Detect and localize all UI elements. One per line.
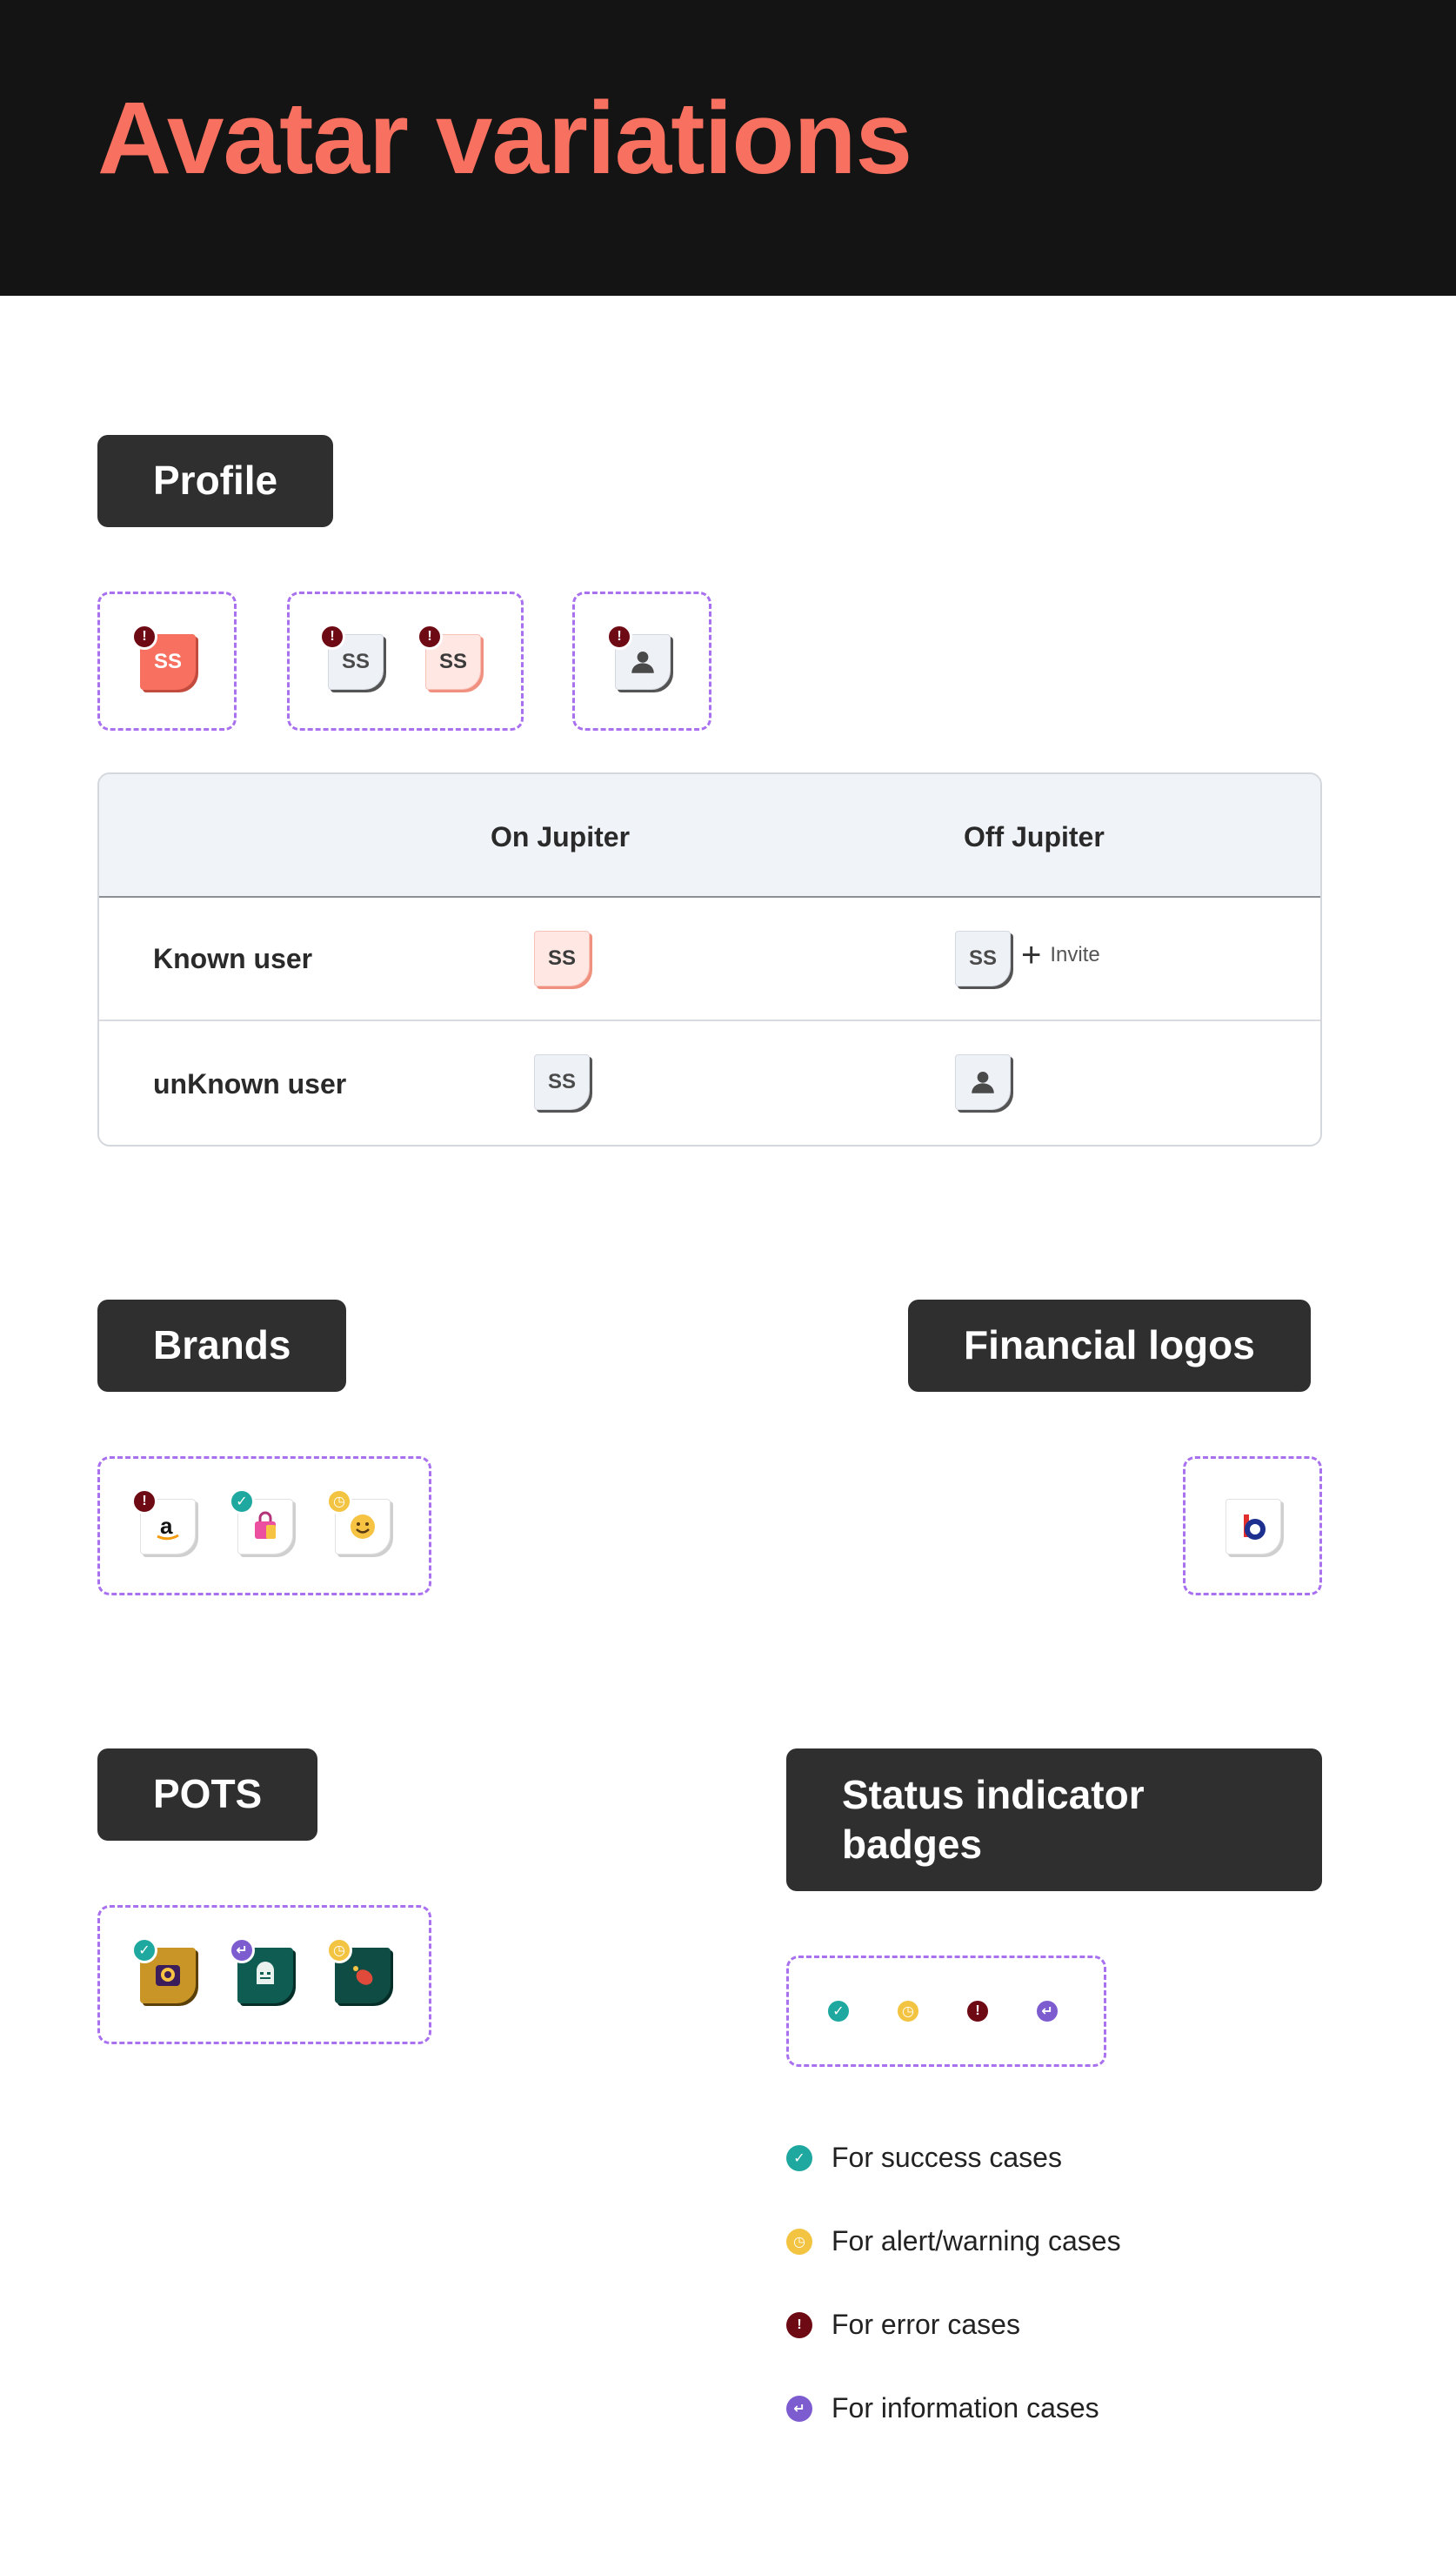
legend-label: For information cases [832,2392,1099,2424]
avatar-initials: SS [438,650,467,673]
page-title: Avatar variations [97,81,912,196]
error-badge-icon: ! [319,624,345,650]
avatar[interactable]: SS [534,1054,590,1110]
section-label-profile: Profile [97,435,334,527]
error-badge-icon: ! [965,1998,991,2024]
error-badge-icon: ! [417,624,443,650]
section-label-brands-text: Brands [153,1322,291,1368]
legend-label: For success cases [832,2142,1062,2173]
legend-label: For error cases [832,2309,1020,2340]
plus-icon: + [1021,936,1042,974]
warning-badge-icon: ◷ [326,1488,352,1514]
brands-avatar-group: a ! ✓ ◷ [97,1456,431,1595]
bank-logo-avatar[interactable] [1226,1499,1281,1554]
avatar-placeholder[interactable] [955,1054,1011,1110]
section-label-brands: Brands [97,1300,347,1392]
page-header: Avatar variations [0,0,1456,296]
table-row: unKnown user SS [99,1023,1320,1145]
camera-pot-icon [156,1965,180,1986]
rocket-pot-icon [353,1966,373,1985]
avatar-initials: SS [547,1070,576,1093]
avatar[interactable]: SS [534,931,590,986]
info-badge-icon: ↵ [229,1937,255,1963]
error-badge-icon: ! [606,624,632,650]
amazon-logo-icon: a [157,1513,179,1541]
person-icon [631,651,654,673]
person-icon [972,1071,994,1093]
success-badge-icon: ✓ [229,1488,255,1514]
column-header-on-jupiter: On Jupiter [491,821,631,852]
exclamation-icon: ! [786,2311,812,2338]
profile-avatar-group-2: SS ! SS ! [287,592,524,731]
warning-badge-icon: ◷ [326,1937,352,1963]
check-icon: ✓ [786,2144,812,2171]
table-header: On Jupiter Off Jupiter [99,774,1320,898]
financial-logo-group [1183,1456,1322,1595]
error-badge-icon: ! [131,624,157,650]
pots-avatar-group: ✓ ↵ ◷ [97,1905,431,2044]
avatar[interactable]: SS [955,931,1011,986]
section-label-financial-logos: Financial logos [908,1300,1311,1392]
profile-avatar-group-3: ! [572,592,711,731]
column-header-off-jupiter: Off Jupiter [964,821,1105,852]
success-badge-icon: ✓ [825,1998,852,2024]
row-label-known-user: Known user [153,943,313,974]
smiley-face-icon [351,1514,375,1539]
legend-label: For alert/warning cases [832,2225,1121,2256]
shopping-bag-icon [255,1511,276,1539]
legend-item-success: ✓ For success cases [786,2142,1062,2174]
info-badge-icon: ↵ [1034,1998,1060,2024]
error-badge-icon: ! [131,1488,157,1514]
legend-item-error: ! For error cases [786,2309,1020,2341]
profile-avatar-group-1: SS ! [97,592,237,731]
return-arrow-icon: ↵ [786,2395,812,2422]
row-label-unknown-user: unKnown user [153,1068,347,1100]
legend-item-info: ↵ For information cases [786,2392,1099,2424]
table-row: Known user SS SS + Invite [99,898,1320,1021]
document-pot-icon [257,1962,274,1984]
clock-icon: ◷ [786,2228,812,2255]
avatar-initials: SS [341,650,370,673]
avatar-state-table: On Jupiter Off Jupiter Known user SS SS … [97,772,1322,1147]
warning-badge-icon: ◷ [895,1998,921,2024]
section-label-status-badges-text: Status indicator badges [842,1771,1145,1868]
avatar-initials: SS [547,946,576,970]
legend-item-warning: ◷ For alert/warning cases [786,2225,1121,2257]
svg-text:a: a [160,1513,173,1539]
section-label-pots-text: POTS [153,1771,263,1817]
status-badges-group: ✓ ◷ ! ↵ [786,1956,1106,2067]
section-label-financial-logos-text: Financial logos [964,1322,1255,1368]
section-label-pots: POTS [97,1748,318,1841]
invite-label: Invite [1050,943,1100,966]
invite-button[interactable]: + Invite [1021,938,1100,973]
section-label-status-badges: Status indicator badges [786,1748,1322,1891]
avatar-initials: SS [153,650,182,673]
avatar-initials: SS [968,946,997,970]
success-badge-icon: ✓ [131,1937,157,1963]
section-label-profile-text: Profile [153,458,278,504]
bank-logo-icon [1244,1514,1266,1540]
